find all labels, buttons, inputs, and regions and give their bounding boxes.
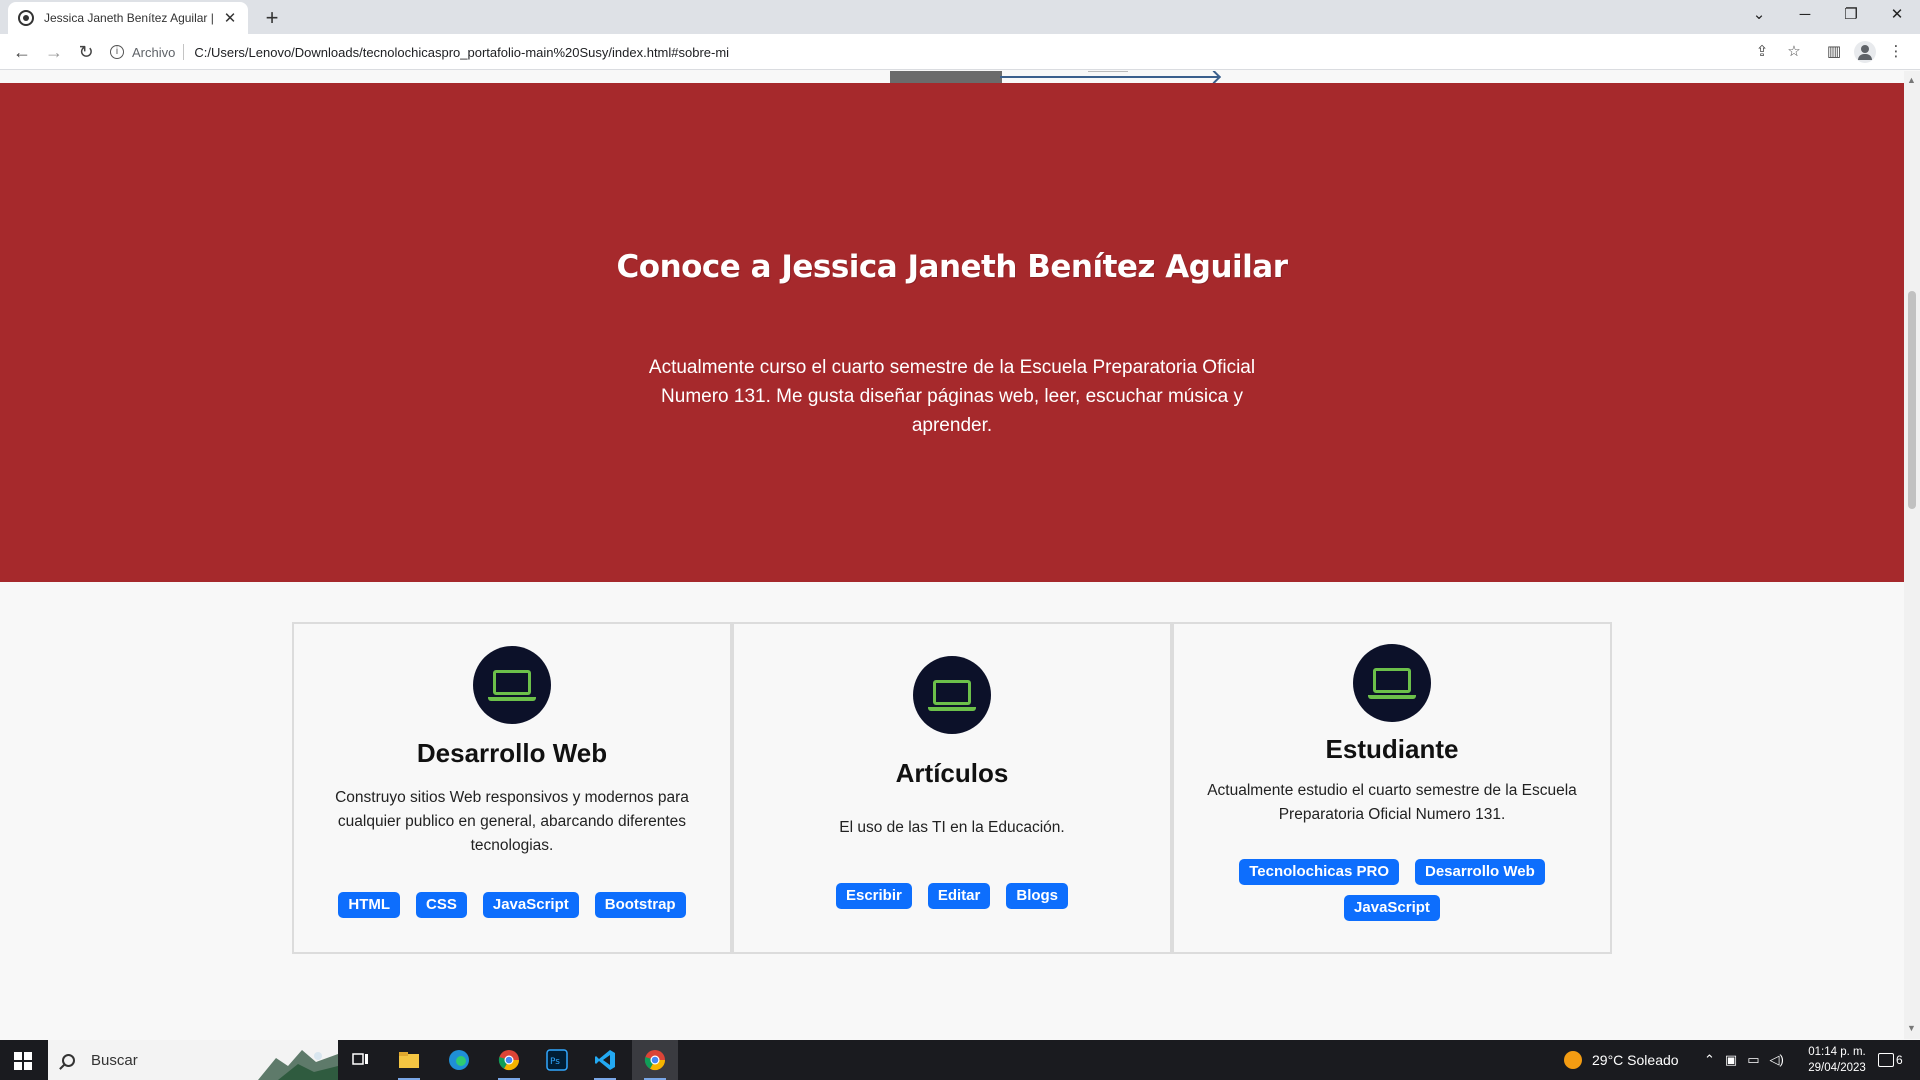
- scroll-up-arrow-icon[interactable]: ▲: [1907, 75, 1916, 85]
- badge: Tecnolochicas PRO: [1239, 859, 1399, 885]
- share-icon[interactable]: ⇪: [1752, 42, 1772, 62]
- address-divider: [183, 44, 185, 60]
- image-edge: [890, 71, 1002, 83]
- notification-count: 6: [1896, 1053, 1903, 1067]
- minimize-button[interactable]: ─: [1782, 0, 1828, 30]
- badge-list: Escribir Editar Blogs: [754, 883, 1150, 909]
- badge: Escribir: [835, 883, 912, 909]
- badge-list: HTML CSS JavaScript Bootstrap: [314, 892, 710, 918]
- side-panel-icon[interactable]: ▥: [1824, 42, 1844, 62]
- arrow-decoration: [1000, 76, 1218, 78]
- laptop-icon: [473, 646, 551, 724]
- badge: CSS: [416, 892, 467, 918]
- taskbar-search-placeholder: Buscar: [91, 1051, 138, 1069]
- badge: JavaScript: [482, 892, 579, 918]
- page-viewport: Conoce a Jessica Janeth Benítez Aguilar …: [0, 71, 1904, 1039]
- card-articulos: Artículos El uso de las TI en la Educaci…: [732, 622, 1172, 954]
- card-text: Actualmente estudio el cuarto semestre d…: [1207, 782, 1577, 823]
- meet-now-icon[interactable]: ▣: [1725, 1052, 1737, 1068]
- browser-tabbar: Jessica Janeth Benítez Aguilar | D ✕ + ⌄…: [0, 0, 1920, 34]
- search-icon: [62, 1053, 75, 1067]
- close-tab-icon[interactable]: ✕: [222, 9, 238, 27]
- address-scheme: Archivo: [132, 44, 176, 60]
- windows-taskbar: Buscar Ps 29°C Soleado ⌃ ▣ ▭ ◁) 01:14 p.…: [0, 1040, 1920, 1080]
- forward-icon[interactable]: →: [42, 40, 66, 64]
- system-tray: ⌃ ▣ ▭ ◁): [1704, 1040, 1784, 1080]
- card-title: Desarrollo Web: [416, 738, 608, 768]
- edge-browser-icon[interactable]: [436, 1040, 482, 1080]
- card-text: Construyo sitios Web responsivos y moder…: [335, 789, 689, 854]
- clock-time: 01:14 p. m.: [1808, 1046, 1866, 1058]
- about-text: Actualmente curso el cuarto semestre de …: [648, 357, 1256, 436]
- chrome-active-icon[interactable]: [632, 1040, 678, 1080]
- sun-icon: [1564, 1051, 1582, 1069]
- about-section: Conoce a Jessica Janeth Benítez Aguilar …: [0, 83, 1904, 582]
- image-edge-line: [1088, 71, 1128, 72]
- network-icon[interactable]: ▭: [1747, 1052, 1759, 1068]
- windows-start-icon[interactable]: [14, 1052, 32, 1070]
- laptop-icon: [913, 656, 991, 734]
- card-text: El uso de las TI en la Educación.: [839, 819, 1065, 836]
- clock-date: 29/04/2023: [1808, 1062, 1866, 1074]
- photoshop-icon[interactable]: Ps: [534, 1040, 580, 1080]
- previous-section-edge: [0, 71, 1904, 83]
- skills-cards: Desarrollo Web Construyo sitios Web resp…: [292, 622, 1612, 954]
- badge: Editar: [927, 883, 991, 909]
- vscode-icon[interactable]: [582, 1040, 628, 1080]
- volume-icon[interactable]: ◁): [1770, 1052, 1784, 1068]
- badge: HTML: [338, 892, 401, 918]
- chrome-icon[interactable]: [486, 1040, 532, 1080]
- badge: JavaScript: [1344, 895, 1440, 921]
- tab-title: Jessica Janeth Benítez Aguilar | D: [44, 11, 216, 25]
- globe-icon: [18, 10, 34, 26]
- scroll-down-arrow-icon[interactable]: ▼: [1907, 1023, 1916, 1033]
- weather-text: 29°C Soleado: [1592, 1052, 1679, 1068]
- close-window-button[interactable]: ✕: [1874, 0, 1920, 30]
- badge: Bootstrap: [594, 892, 686, 918]
- address-bar[interactable]: i Archivo C:/Users/Lenovo/Downloads/tecn…: [110, 39, 1760, 65]
- task-view-icon[interactable]: [338, 1040, 384, 1080]
- file-explorer-icon[interactable]: [386, 1040, 432, 1080]
- card-title: Estudiante: [1325, 734, 1459, 764]
- back-icon[interactable]: ←: [10, 40, 34, 64]
- weather-widget[interactable]: 29°C Soleado: [1564, 1040, 1679, 1080]
- badge-list: Tecnolochicas PRO Desarrollo Web JavaScr…: [1194, 859, 1590, 921]
- browser-toolbar: ← → ↻ i Archivo C:/Users/Lenovo/Download…: [0, 34, 1920, 70]
- notification-icon: [1878, 1053, 1894, 1067]
- new-tab-button[interactable]: +: [258, 4, 286, 32]
- about-title: Conoce a Jessica Janeth Benítez Aguilar: [616, 249, 1288, 285]
- badge: Desarrollo Web: [1415, 859, 1545, 885]
- card-title: Artículos: [895, 758, 1009, 788]
- menu-dots-icon[interactable]: ⋮: [1886, 42, 1906, 62]
- badge: Blogs: [1006, 883, 1069, 909]
- info-icon[interactable]: i: [110, 45, 124, 59]
- svg-text:Ps: Ps: [550, 1057, 560, 1067]
- scrollbar-thumb[interactable]: [1908, 291, 1916, 509]
- taskbar-clock[interactable]: 01:14 p. m. 29/04/2023: [1800, 1044, 1874, 1076]
- restore-button[interactable]: ❐: [1828, 0, 1874, 30]
- notifications-button[interactable]: 6: [1878, 1040, 1903, 1080]
- page-scrollbar[interactable]: ▲ ▼: [1904, 71, 1920, 1039]
- search-highlight-image: [258, 1050, 338, 1080]
- profile-avatar-icon[interactable]: [1854, 41, 1876, 63]
- chevron-up-icon[interactable]: ⌃: [1704, 1052, 1715, 1068]
- card-estudiante: Estudiante Actualmente estudio el cuarto…: [1172, 622, 1612, 954]
- taskbar-search[interactable]: Buscar: [48, 1040, 338, 1080]
- bookmark-star-icon[interactable]: ☆: [1784, 42, 1804, 62]
- card-desarrollo-web: Desarrollo Web Construyo sitios Web resp…: [292, 622, 732, 954]
- reload-icon[interactable]: ↻: [74, 40, 98, 64]
- tab-search-icon[interactable]: ⌄: [1736, 0, 1782, 30]
- laptop-icon: [1353, 644, 1431, 722]
- browser-tab[interactable]: Jessica Janeth Benítez Aguilar | D ✕: [8, 2, 248, 34]
- address-url[interactable]: C:/Users/Lenovo/Downloads/tecnolochicasp…: [194, 45, 729, 60]
